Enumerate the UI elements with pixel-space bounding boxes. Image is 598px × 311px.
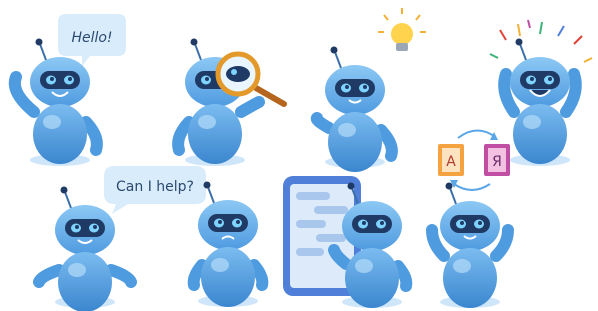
help-speech-bubble: Can I help?	[104, 166, 206, 214]
translate-cards: A Я	[438, 129, 510, 191]
arrow-icon	[457, 129, 495, 139]
chatbot-illustration: Hello! Can I help? A Я	[8, 8, 593, 311]
chat-message-bar	[296, 248, 324, 256]
card-left-letter: A	[446, 154, 456, 170]
card-right-letter: Я	[492, 154, 502, 170]
robot-idea	[310, 45, 398, 173]
chat-message-bar	[296, 192, 330, 200]
help-bubble-text: Can I help?	[116, 179, 194, 195]
lightbulb-icon	[378, 8, 426, 51]
robot-celebrate	[498, 37, 582, 166]
hello-bubble-text: Hello!	[71, 30, 112, 46]
chat-message-bar	[296, 220, 326, 228]
chat-message-bar	[314, 206, 348, 214]
confetti-icon	[489, 19, 593, 63]
arrow-icon	[453, 183, 491, 191]
chat-message-bar	[316, 234, 346, 242]
robot-translator	[426, 181, 514, 309]
